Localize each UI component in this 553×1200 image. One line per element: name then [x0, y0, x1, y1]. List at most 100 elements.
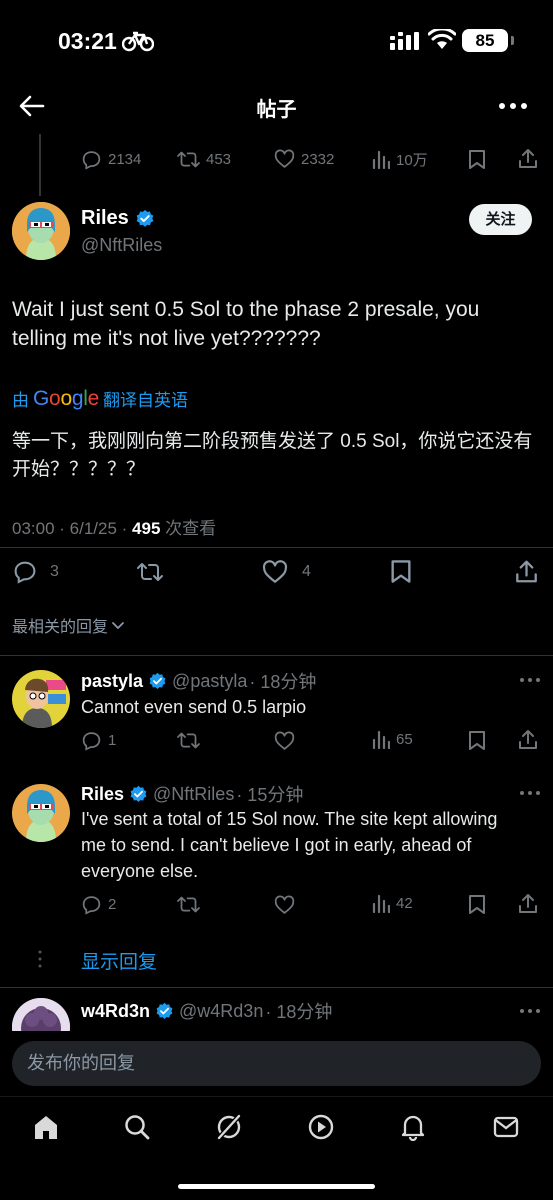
heart-icon[interactable]	[274, 731, 295, 751]
reply-button[interactable]: 3	[12, 559, 59, 584]
reply-text: I've sent a total of 15 Sol now. The sit…	[81, 809, 498, 881]
reply-views-count: 42	[396, 895, 413, 912]
reply-header: pastyla @pastyla · 18分钟	[81, 668, 316, 694]
translation-attribution[interactable]: 由 Google 翻译自英语	[12, 386, 188, 411]
reply-reply-count: 1	[108, 732, 117, 749]
reply-time: · 15分钟	[236, 785, 304, 805]
share-icon[interactable]	[518, 148, 538, 169]
reply-partial-container: w4Rd3n @w4Rd3n · 18分钟	[0, 988, 553, 1031]
like-button[interactable]: 4	[262, 560, 311, 584]
repost-icon[interactable]	[177, 894, 200, 915]
reply-count: 3	[50, 562, 59, 580]
heart-icon	[274, 149, 295, 168]
share-icon[interactable]	[518, 893, 538, 914]
more-options-icon[interactable]	[498, 96, 528, 116]
reply-views-button[interactable]: 42	[372, 894, 413, 913]
prev-like-button[interactable]: 2332	[274, 149, 334, 169]
battery-indicator: 85	[462, 29, 508, 52]
reply-reply-button[interactable]: 2	[81, 894, 116, 915]
sort-replies-dropdown[interactable]: 最相关的回复	[12, 613, 126, 637]
reply-time: · 18分钟	[265, 1002, 333, 1022]
prev-reply-button[interactable]: 2134	[81, 149, 141, 170]
reply-handle[interactable]: @pastyla	[172, 671, 247, 692]
search-icon[interactable]	[123, 1113, 151, 1141]
verified-badge-icon	[149, 672, 166, 689]
reply-header: w4Rd3n @w4Rd3n · 18分钟	[81, 998, 332, 1024]
chevron-down-icon	[112, 622, 124, 629]
avatar-illustration	[12, 784, 70, 842]
more-options-icon[interactable]	[519, 1008, 541, 1014]
status-time: 03:21	[58, 28, 117, 54]
post-text: Wait I just sent 0.5 Sol to the phase 2 …	[12, 298, 480, 350]
more-options-icon[interactable]	[519, 677, 541, 683]
translated-text: 等一下，我刚刚向第二阶段预售发送了 0.5 Sol，你说它还没有开始？？？？？	[12, 431, 533, 480]
grok-icon[interactable]	[215, 1113, 243, 1141]
views-bar-chart-icon	[372, 894, 390, 913]
heart-icon[interactable]	[274, 895, 295, 915]
prev-views-button[interactable]: 10万	[372, 149, 428, 170]
heart-icon	[262, 560, 288, 583]
reply-author-name[interactable]: w4Rd3n	[81, 1001, 150, 1022]
repost-icon[interactable]	[136, 560, 164, 584]
home-indicator	[178, 1184, 375, 1189]
thread-connector-line	[39, 134, 41, 196]
share-icon[interactable]	[515, 559, 538, 584]
status-bar: 03:21 85	[0, 0, 553, 82]
video-play-icon[interactable]	[307, 1113, 335, 1141]
reply-avatar[interactable]	[12, 998, 70, 1031]
reply-icon	[82, 896, 101, 915]
reply-author-name[interactable]: Riles	[81, 784, 124, 805]
wifi-icon	[428, 29, 456, 49]
post-view-count: 495	[132, 519, 161, 538]
avatar-illustration	[12, 998, 70, 1031]
page-title: 帖子	[256, 99, 297, 121]
google-logo: Google	[33, 386, 99, 410]
reply-reply-button[interactable]: 1	[81, 730, 116, 751]
previous-post-text-fragment	[82, 120, 302, 134]
author-handle[interactable]: @NftRiles	[81, 235, 162, 256]
reply-icon	[82, 151, 101, 170]
show-replies-link[interactable]: 显示回复	[81, 947, 157, 974]
bookmark-icon[interactable]	[468, 730, 486, 751]
reply-author-name[interactable]: pastyla	[81, 671, 143, 692]
reply-header: Riles @NftRiles · 15分钟	[81, 781, 303, 807]
post-views-label: 次查看	[160, 519, 217, 538]
author-name: Riles	[81, 207, 129, 229]
more-options-icon[interactable]	[519, 790, 541, 796]
share-icon[interactable]	[518, 729, 538, 750]
reply-views-count: 65	[396, 731, 413, 748]
prev-repost-count: 453	[206, 151, 232, 168]
prev-repost-button[interactable]: 453	[177, 149, 231, 170]
repost-icon[interactable]	[177, 730, 200, 751]
sort-label: 最相关的回复	[12, 619, 109, 636]
post-timestamp: 03:00 · 6/1/25 ·	[12, 519, 133, 538]
translate-label: 翻译自英语	[102, 391, 188, 410]
author-avatar[interactable]	[12, 202, 70, 260]
reply-avatar[interactable]	[12, 784, 70, 842]
prev-reply-count: 2134	[108, 151, 142, 168]
bookmark-icon[interactable]	[468, 149, 486, 170]
messages-mail-icon[interactable]	[492, 1113, 520, 1141]
thread-dots-icon	[38, 950, 42, 968]
follow-button[interactable]: 关注	[469, 204, 532, 235]
battery-cap	[511, 36, 514, 45]
reply-views-button[interactable]: 65	[372, 730, 413, 749]
avatar-illustration	[12, 670, 70, 728]
cellular-signal-icon	[390, 32, 419, 50]
author-name-row[interactable]: Riles	[81, 207, 155, 230]
reply-time: · 18分钟	[249, 672, 317, 692]
reply-icon	[82, 732, 101, 751]
reply-reply-count: 2	[108, 896, 117, 913]
divider	[0, 547, 553, 548]
reply-handle[interactable]: @w4Rd3n	[179, 1001, 263, 1022]
avatar-illustration	[12, 202, 70, 260]
reply-text: Cannot even send 0.5 larpio	[81, 697, 307, 717]
reply-handle[interactable]: @NftRiles	[153, 784, 234, 805]
reply-composer-input[interactable]: 发布你的回复	[12, 1041, 541, 1086]
notifications-bell-icon[interactable]	[399, 1113, 427, 1141]
post-meta: 03:00 · 6/1/25 · 495 次查看	[12, 514, 216, 539]
bookmark-icon[interactable]	[468, 894, 486, 915]
reply-avatar[interactable]	[12, 670, 70, 728]
home-icon[interactable]	[32, 1113, 60, 1141]
bookmark-icon[interactable]	[390, 559, 412, 584]
